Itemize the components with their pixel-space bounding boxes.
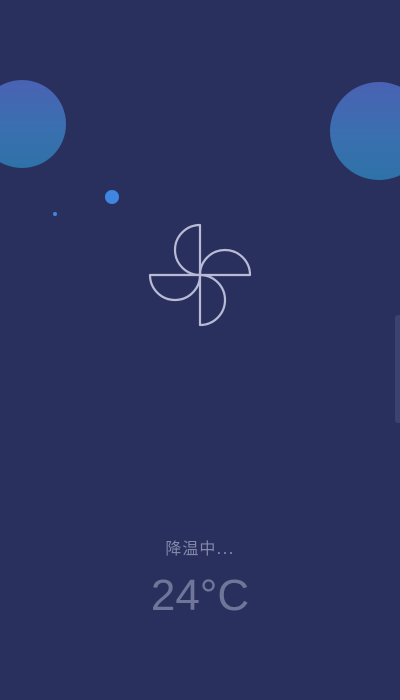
cooling-status-text: 降温中... xyxy=(165,539,235,558)
decorative-bubble-left xyxy=(0,80,66,168)
side-pull-handle[interactable] xyxy=(395,315,400,423)
fan-blade-bottom xyxy=(198,273,227,327)
temperature-readout: 24°C xyxy=(150,571,250,620)
fan-blade-left xyxy=(148,273,202,302)
pinwheel-fan-icon xyxy=(148,223,252,327)
decorative-dot-small xyxy=(53,212,57,216)
fan-blade-right xyxy=(198,248,252,277)
decorative-dot-medium xyxy=(105,190,119,204)
decorative-bubble-right xyxy=(330,82,400,180)
cooling-screen: 降温中... 24°C xyxy=(0,0,400,700)
fan-blade-top xyxy=(173,223,202,277)
